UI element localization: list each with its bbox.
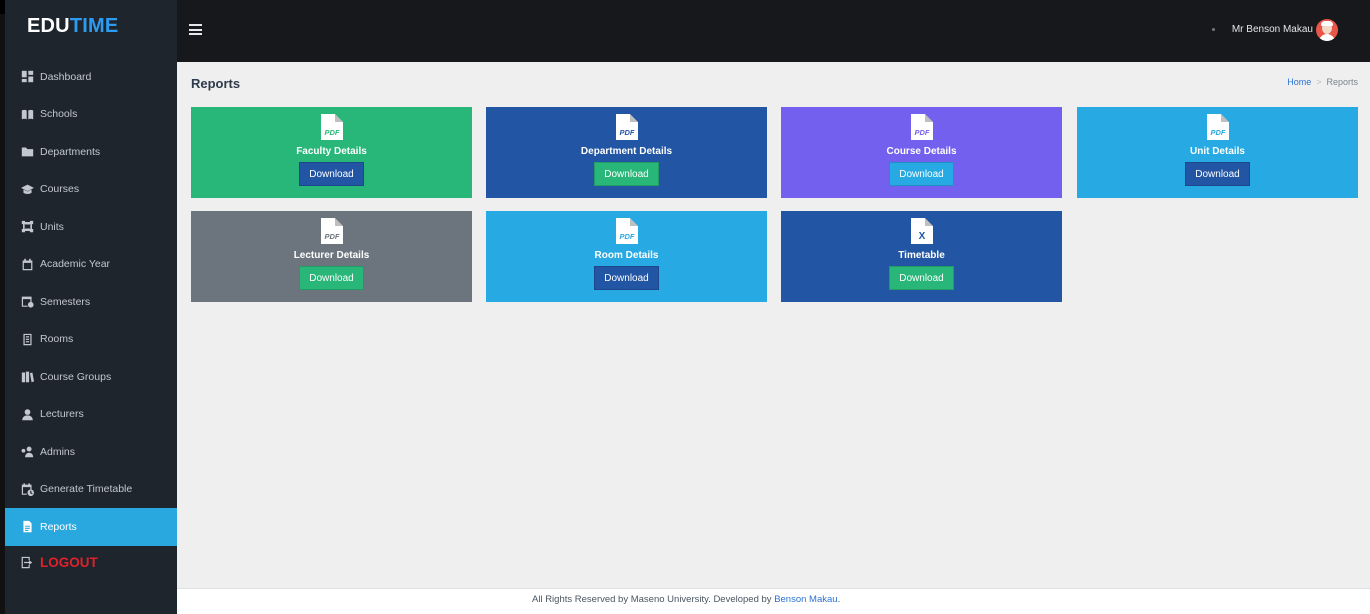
sidebar-item-label: Schools — [40, 108, 78, 121]
card-title: Unit Details — [1189, 146, 1245, 157]
calendar-clock-icon — [20, 482, 34, 496]
file-icon — [20, 520, 34, 534]
sidebar-item-label: Academic Year — [40, 258, 111, 271]
file-pdf-icon: PDF — [615, 218, 638, 244]
sidebar-item-semesters[interactable]: Semesters — [5, 283, 177, 321]
sidebar-item-departments[interactable]: Departments — [5, 133, 177, 171]
report-card-unit: PDF Unit Details Download — [1077, 107, 1358, 198]
card-title: Timetable — [898, 250, 945, 261]
file-excel-icon: X — [910, 218, 933, 244]
calendar-week-icon — [20, 295, 34, 309]
hamburger-menu-icon[interactable] — [189, 24, 202, 35]
sidebar-item-dashboard[interactable]: Dashboard — [5, 58, 177, 96]
user-name[interactable]: Mr Benson Makau — [1232, 24, 1313, 35]
sidebar-item-label: Departments — [40, 145, 101, 158]
footer-text: All Rights Reserved by Maseno University… — [532, 594, 841, 605]
sidebar-item-label: Generate Timetable — [40, 483, 133, 496]
download-button[interactable]: Download — [1185, 162, 1250, 186]
top-navbar: Mr Benson Makau — [177, 0, 1370, 62]
card-title: Room Details — [594, 250, 659, 261]
download-button[interactable]: Download — [889, 162, 954, 186]
breadcrumb-current: Reports — [1326, 77, 1358, 87]
card-title: Department Details — [580, 146, 673, 157]
sidebar-item-rooms[interactable]: Rooms — [5, 321, 177, 359]
svg-text:PDF: PDF — [914, 128, 929, 137]
sidebar-item-generate-timetable[interactable]: Generate Timetable — [5, 471, 177, 509]
report-card-course: PDF Course Details Download — [781, 107, 1062, 198]
sidebar-item-schools[interactable]: Schools — [5, 96, 177, 134]
svg-text:PDF: PDF — [324, 128, 339, 137]
building-icon — [20, 332, 34, 346]
developer-link[interactable]: Benson Makau — [774, 594, 837, 605]
breadcrumb-home-link[interactable]: Home — [1287, 77, 1311, 87]
file-pdf-icon: PDF — [320, 114, 343, 140]
sidebar-nav: Dashboard Schools Departments Courses Un… — [5, 58, 177, 546]
sidebar-item-units[interactable]: Units — [5, 208, 177, 246]
file-pdf-icon: PDF — [1206, 114, 1229, 140]
sidebar-item-label: Rooms — [40, 333, 74, 346]
download-button[interactable]: Download — [889, 266, 954, 290]
card-title: Faculty Details — [296, 146, 367, 157]
logout-button[interactable]: LOGOUT — [20, 555, 98, 570]
graduation-cap-icon — [20, 182, 34, 196]
sidebar-item-label: Units — [40, 220, 64, 233]
sidebar-item-label: Courses — [40, 183, 80, 196]
dashboard-icon — [20, 70, 34, 84]
sidebar-item-academic-year[interactable]: Academic Year — [5, 246, 177, 284]
sidebar-item-label: Admins — [40, 445, 76, 458]
svg-text:PDF: PDF — [619, 232, 634, 241]
download-button[interactable]: Download — [299, 162, 364, 186]
sign-out-icon — [20, 556, 34, 570]
folder-icon — [20, 145, 34, 159]
sidebar-item-label: Semesters — [40, 295, 91, 308]
books-icon — [20, 370, 34, 384]
download-button[interactable]: Download — [594, 162, 659, 186]
logout-label: LOGOUT — [40, 555, 98, 570]
footer: All Rights Reserved by Maseno University… — [177, 588, 1370, 614]
sidebar-item-admins[interactable]: Admins — [5, 433, 177, 471]
svg-text:PDF: PDF — [324, 232, 339, 241]
user-icon — [20, 407, 34, 421]
sidebar-item-course-groups[interactable]: Course Groups — [5, 358, 177, 396]
sidebar-item-label: Reports — [40, 520, 77, 533]
report-card-lecturer: PDF Lecturer Details Download — [191, 211, 472, 302]
report-card-department: PDF Department Details Download — [486, 107, 767, 198]
brand-logo[interactable]: EDUTIME — [27, 15, 118, 38]
vector-square-icon — [20, 220, 34, 234]
main-content: Reports Home > Reports PDF Faculty Details… — [177, 62, 1370, 588]
file-pdf-icon: PDF — [615, 114, 638, 140]
report-card-timetable: X Timetable Download — [781, 211, 1062, 302]
report-card-faculty: PDF Faculty Details Download — [191, 107, 472, 198]
avatar[interactable] — [1316, 19, 1338, 41]
svg-text:PDF: PDF — [1210, 128, 1225, 137]
file-pdf-icon: PDF — [910, 114, 933, 140]
book-open-icon — [20, 107, 34, 121]
calendar-icon — [20, 257, 34, 271]
sidebar-item-reports[interactable]: Reports — [5, 508, 177, 546]
download-button[interactable]: Download — [594, 266, 659, 290]
report-card-room: PDF Room Details Download — [486, 211, 767, 302]
svg-text:X: X — [918, 231, 925, 242]
sidebar-item-lecturers[interactable]: Lecturers — [5, 396, 177, 434]
page-title: Reports — [191, 76, 241, 91]
card-title: Lecturer Details — [293, 250, 370, 261]
status-dot — [1212, 28, 1215, 31]
card-title: Course Details — [886, 146, 957, 157]
sidebar-item-label: Dashboard — [40, 70, 92, 83]
breadcrumb: Home > Reports — [1287, 77, 1358, 87]
sidebar-item-courses[interactable]: Courses — [5, 171, 177, 209]
sidebar-item-label: Course Groups — [40, 370, 112, 383]
svg-text:PDF: PDF — [619, 128, 634, 137]
file-pdf-icon: PDF — [320, 218, 343, 244]
sidebar: EDUTIME Dashboard Schools Departments Co… — [5, 0, 177, 614]
download-button[interactable]: Download — [299, 266, 364, 290]
user-cog-icon — [20, 445, 34, 459]
sidebar-item-label: Lecturers — [40, 408, 84, 421]
